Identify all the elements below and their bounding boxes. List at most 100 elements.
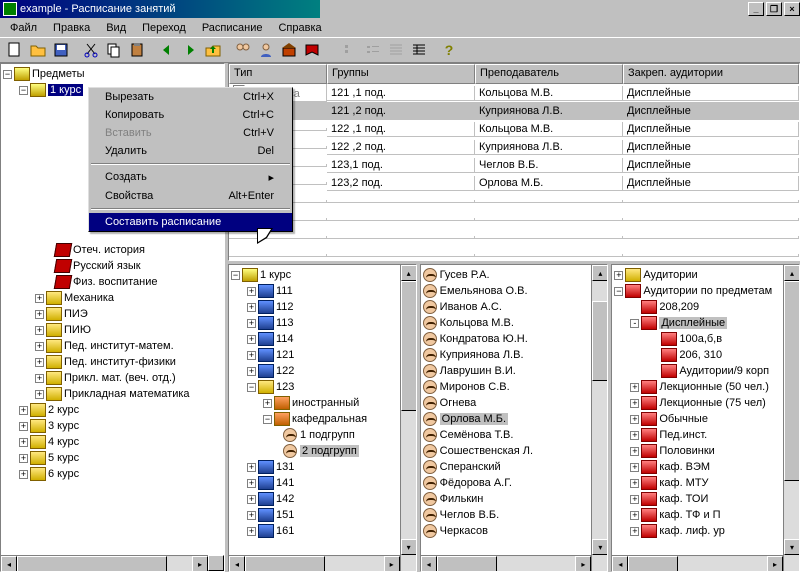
tree-item[interactable]: 208,209 [614,299,797,315]
tree-item[interactable]: +142 [231,491,414,507]
tree-item[interactable]: 2 подгрупп [231,443,414,459]
tree-item[interactable]: Сперанский [423,459,606,475]
tree-item[interactable]: −123 [231,379,414,395]
h-scrollbar[interactable]: ◂▸ [612,555,783,571]
tree-item[interactable]: +Прикладная математика [3,386,222,402]
tree-item[interactable]: 100а,б,в [614,331,797,347]
context-menu-item[interactable]: Создать [89,168,292,187]
rooms-icon[interactable] [278,39,300,61]
save-icon[interactable] [50,39,72,61]
tree-item[interactable]: +иностранный [231,395,414,411]
books-icon[interactable] [301,39,323,61]
tree-course-4[interactable]: +4 курс [3,434,222,450]
tree-item[interactable]: Физ. воспитание [3,274,222,290]
grid-row-first[interactable]: ПР. 3 часа 121 ,1 под. Кольцова М.В. Дис… [229,84,799,102]
col-rooms[interactable]: Закреп. аудитории [623,64,799,84]
tree-item[interactable]: +каф. ТОИ [614,491,797,507]
tree-item[interactable]: +Пед. институт-физики [3,354,222,370]
col-teacher[interactable]: Преподаватель [475,64,623,84]
tree-item[interactable]: +Аудитории [614,267,797,283]
copy-icon[interactable] [103,39,125,61]
menu-file[interactable]: Файл [2,20,45,36]
tree-item[interactable]: +114 [231,331,414,347]
context-menu-item[interactable]: КопироватьCtrl+C [89,106,292,124]
tree-item[interactable]: -Дисплейные [614,315,797,331]
grid-row[interactable]: 122 ,1 под.Кольцова М.В.Дисплейные [229,120,799,138]
tree-item[interactable]: 206, 310 [614,347,797,363]
help-icon[interactable]: ? [438,39,460,61]
paste-icon[interactable] [126,39,148,61]
tree-item[interactable]: Филькин [423,491,606,507]
tree-item[interactable]: +каф. ВЭМ [614,459,797,475]
v-scrollbar[interactable]: ▴▾ [400,265,416,571]
v-scrollbar[interactable]: ▴▾ [783,265,799,571]
tree-item[interactable]: −Аудитории по предметам [614,283,797,299]
grid-row[interactable]: 121 ,2 под.Куприянова Л.В.Дисплейные [229,102,799,120]
tree-item[interactable]: +Пед. институт-матем. [3,338,222,354]
cut-icon[interactable] [80,39,102,61]
tree-item[interactable]: +каф. ТФ и П [614,507,797,523]
tree-course-6[interactable]: +6 курс [3,466,222,482]
tree-item[interactable]: Черкасов [423,523,606,539]
context-menu-item[interactable]: ВырезатьCtrl+X [89,88,292,106]
h-scrollbar[interactable]: ◂▸ [1,555,208,571]
tree-item[interactable]: Русский язык [3,258,222,274]
tree-item[interactable]: +ПИЮ [3,322,222,338]
tree-item[interactable]: Аудитории/9 корп [614,363,797,379]
tree-course-2[interactable]: +2 курс [3,402,222,418]
people-icon[interactable] [232,39,254,61]
grid-row[interactable]: 123,2 под.Орлова М.Б.Дисплейные [229,174,799,192]
list1-icon[interactable] [339,39,361,61]
tree-item[interactable]: −кафедральная [231,411,414,427]
tree-item[interactable]: +131 [231,459,414,475]
tree-item[interactable]: Огнева [423,395,606,411]
tree-item[interactable]: Емельянова О.В. [423,283,606,299]
close-button[interactable]: × [784,2,800,16]
tree-item[interactable]: Отеч. история [3,242,222,258]
h-scrollbar[interactable]: ◂▸ [421,555,592,571]
tree-item[interactable]: +Прикл. мат. (веч. отд.) [3,370,222,386]
tree-item[interactable]: +121 [231,347,414,363]
tree-item[interactable]: Сошественская Л. [423,443,606,459]
details-icon[interactable] [408,39,430,61]
tree-course-3[interactable]: +3 курс [3,418,222,434]
tree-item[interactable]: +122 [231,363,414,379]
list3-icon[interactable] [385,39,407,61]
tree-item[interactable]: +ПИЭ [3,306,222,322]
tree-item[interactable]: Семёнова Т.В. [423,427,606,443]
tree-item[interactable]: −1 курс [231,267,414,283]
tree-item[interactable]: Миронов С.В. [423,379,606,395]
person-icon[interactable] [255,39,277,61]
grid-row[interactable]: 123,1 под.Чеглов В.Б.Дисплейные [229,156,799,174]
open-icon[interactable] [27,39,49,61]
back-icon[interactable] [156,39,178,61]
tree-item[interactable]: Лаврушин В.И. [423,363,606,379]
v-scrollbar[interactable]: ▴▾ [591,265,607,571]
tree-item[interactable]: +Лекционные (75 чел) [614,395,797,411]
grid-body[interactable]: ПР. 3 часа 121 ,1 под. Кольцова М.В. Дис… [229,84,799,261]
new-icon[interactable] [4,39,26,61]
tree-item[interactable]: +каф. лиф. ур [614,523,797,539]
h-scrollbar[interactable]: ◂▸ [229,555,400,571]
minimize-button[interactable]: _ [748,2,764,16]
menu-edit[interactable]: Правка [45,20,98,36]
grid-row[interactable]: 122 ,2 под.Куприянова Л.В.Дисплейные [229,138,799,156]
tree-course-5[interactable]: +5 курс [3,450,222,466]
tree-item[interactable]: +Пед.инст. [614,427,797,443]
tree-item[interactable]: Кондратова Ю.Н. [423,331,606,347]
context-menu-item[interactable]: СвойстваAlt+Enter [89,187,292,205]
tree-item[interactable]: +111 [231,283,414,299]
context-menu-item[interactable]: ВставитьCtrl+V [89,124,292,142]
tree-item[interactable]: +112 [231,299,414,315]
tree-item[interactable]: Орлова М.Б. [423,411,606,427]
tree-item[interactable]: +Лекционные (50 чел.) [614,379,797,395]
list2-icon[interactable] [362,39,384,61]
tree-item[interactable]: Гусев Р.А. [423,267,606,283]
tree-item[interactable]: Кольцова М.В. [423,315,606,331]
menu-help[interactable]: Справка [270,20,329,36]
col-type[interactable]: Тип [229,64,327,84]
tree-item[interactable]: +Механика [3,290,222,306]
tree-item[interactable]: +Обычные [614,411,797,427]
menu-go[interactable]: Переход [134,20,194,36]
context-menu-item[interactable]: УдалитьDel [89,142,292,160]
